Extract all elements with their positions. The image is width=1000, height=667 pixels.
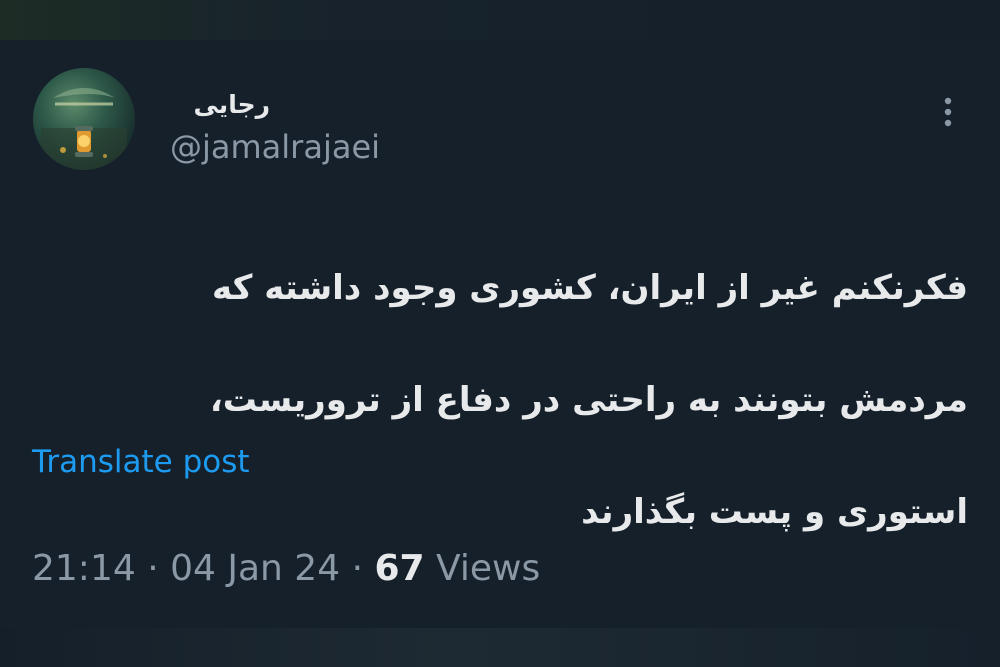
tweet-metadata: 21:14 · 04 Jan 24 · 67 Views: [32, 548, 540, 589]
lantern-avatar-image: [41, 88, 127, 170]
more-vertical-icon: [944, 97, 952, 127]
more-options-button[interactable]: [928, 92, 968, 132]
tweet-text-line: مردمش بتونند به راحتی در دفاع از تروریست…: [209, 380, 968, 420]
tweet-time[interactable]: 21:14: [32, 548, 136, 589]
separator-dot: ·: [147, 548, 159, 589]
top-edge-strip: [0, 0, 1000, 40]
tweet-card[interactable]: رجایی @jamalrajaei فکرنکنم غیر از ایران،…: [0, 40, 1000, 628]
author-handle[interactable]: @jamalrajaei: [170, 128, 380, 166]
bottom-edge-strip: [0, 628, 1000, 667]
author-display-name[interactable]: رجایی: [194, 90, 270, 119]
translate-post-link[interactable]: Translate post: [32, 444, 250, 480]
views-count[interactable]: 67: [374, 548, 424, 589]
tweet-text-line: فکرنکنم غیر از ایران، کشوری وجود داشته ک…: [211, 268, 968, 308]
tweet-date[interactable]: 04 Jan 24: [170, 548, 340, 589]
views-label[interactable]: Views: [436, 548, 540, 589]
tweet-text-line: استوری و پست بگذارند: [581, 492, 968, 532]
separator-dot: ·: [351, 548, 364, 589]
avatar[interactable]: [33, 68, 135, 170]
tweet-text: فکرنکنم غیر از ایران، کشوری وجود داشته ک…: [48, 204, 968, 596]
